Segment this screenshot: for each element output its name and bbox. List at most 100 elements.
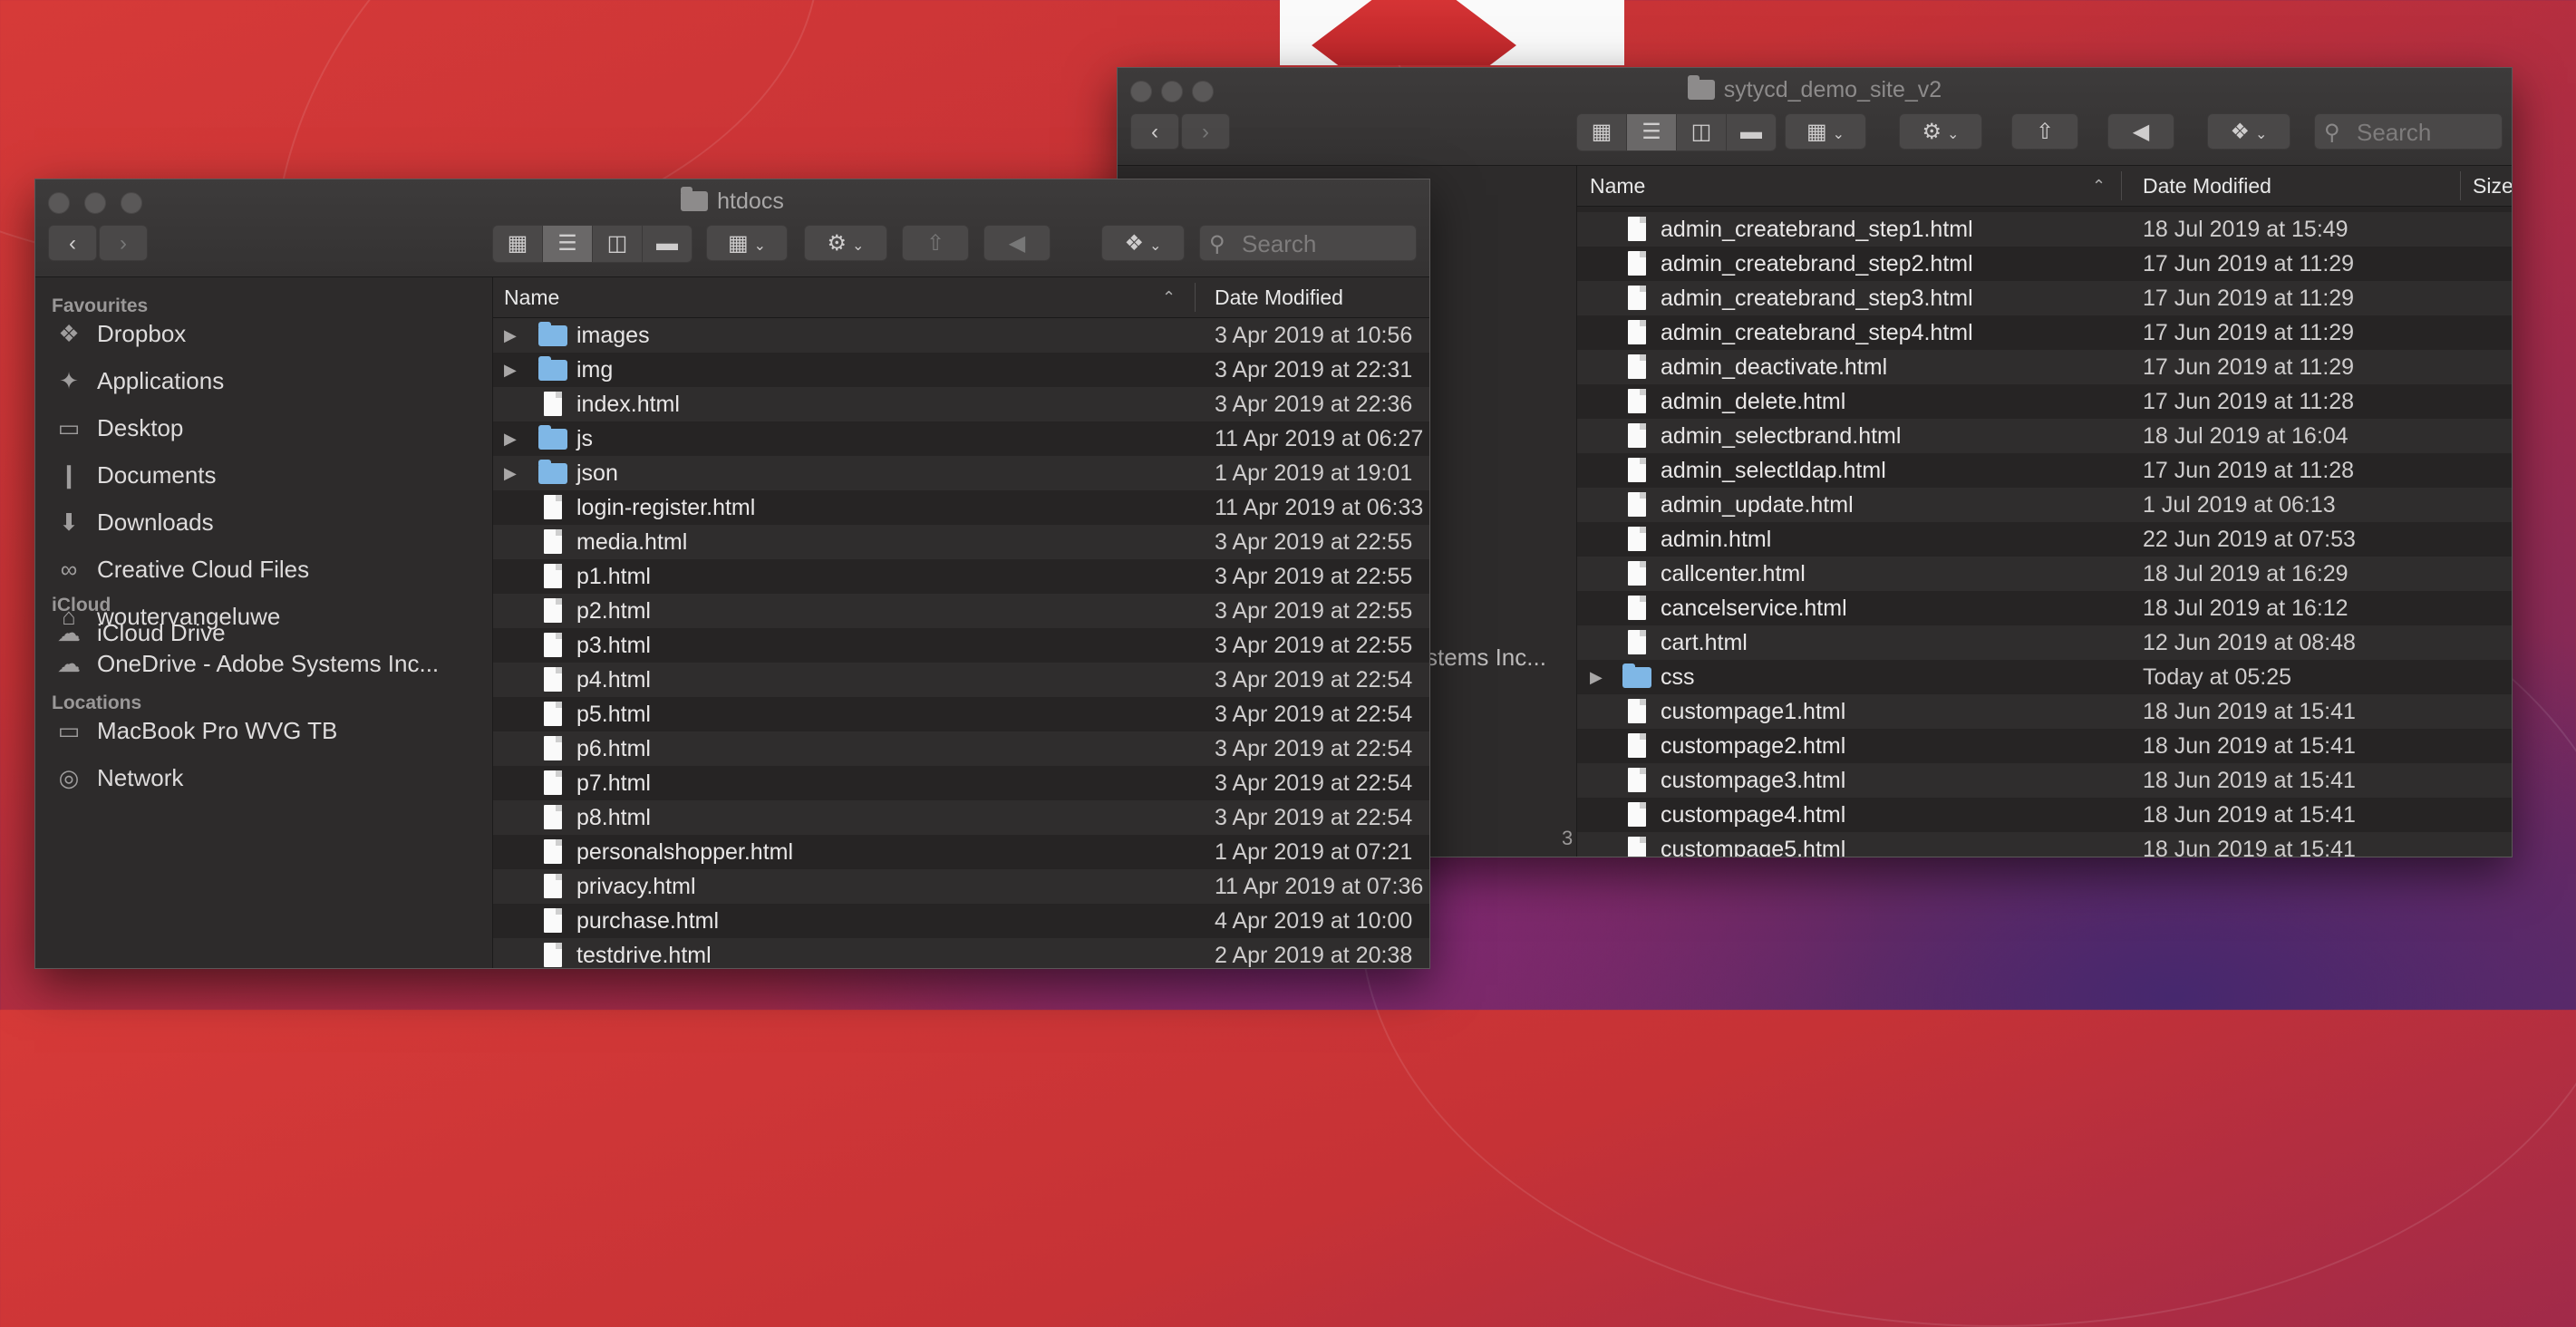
sidebar-item-creative-cloud-files[interactable]: ∞ Creative Cloud Files (52, 549, 309, 589)
folder-row[interactable]: ▶ images 3 Apr 2019 at 10:56 (493, 318, 1429, 353)
file-row[interactable]: admin_createbrand_step4.html 17 Jun 2019 … (1577, 315, 2512, 350)
file-row[interactable]: admin_createbrand_step1.html 18 Jul 2019 … (1577, 212, 2512, 247)
file-name: admin.html (1661, 527, 1772, 552)
folder-row[interactable]: ▶ css Today at 05:25 (1577, 660, 2512, 694)
file-row[interactable]: testdrive.html 2 Apr 2019 at 20:38 (493, 938, 1429, 968)
folder-row[interactable]: ▶ json 1 Apr 2019 at 19:01 (493, 456, 1429, 490)
dropbox-button[interactable]: ❖ ⌄ (2207, 113, 2290, 150)
column-separator[interactable] (2121, 171, 2122, 200)
file-row[interactable]: p8.html 3 Apr 2019 at 22:54 (493, 800, 1429, 835)
finder-window-htdocs[interactable]: htdocs ‹ › ▦ ☰ ◫ ▬ ▦⌄ ⚙⌄ ⇧ ◀ ❖⌄ ⚲ Favour… (34, 179, 1430, 969)
icon-view-icon[interactable]: ▦ (1577, 114, 1627, 150)
file-row[interactable]: p4.html 3 Apr 2019 at 22:54 (493, 663, 1429, 697)
share-button[interactable]: ⇧ (902, 225, 969, 261)
list-view-icon[interactable]: ☰ (1627, 114, 1677, 150)
file-row[interactable]: custompage5.html 18 Jun 2019 at 15:41 (1577, 832, 2512, 857)
file-list[interactable]: ▶ images 3 Apr 2019 at 10:56 ▶ img 3 Apr 2019… (493, 318, 1429, 968)
group-button[interactable]: ▦ ⌄ (706, 225, 788, 261)
file-row[interactable]: callcenter.html 18 Jul 2019 at 16:29 (1577, 557, 2512, 591)
column-view-icon[interactable]: ◫ (593, 226, 643, 262)
file-row[interactable]: custompage2.html 18 Jun 2019 at 15:41 (1577, 729, 2512, 763)
file-row[interactable]: admin.html 22 Jun 2019 at 07:53 (1577, 522, 2512, 557)
column-header-date-modified[interactable]: Date Modified (2143, 166, 2271, 206)
file-row[interactable]: admin_createbrand_step2.html 17 Jun 2019 … (1577, 247, 2512, 281)
forward-button[interactable]: › (99, 225, 148, 261)
file-row[interactable]: media.html 3 Apr 2019 at 22:55 (493, 525, 1429, 559)
file-name: admin_update.html (1661, 492, 1854, 518)
search-input[interactable] (2355, 114, 2496, 150)
file-row[interactable]: p5.html 3 Apr 2019 at 22:54 (493, 697, 1429, 731)
view-mode-segmented[interactable]: ▦ ☰ ◫ ▬ (1576, 113, 1777, 151)
file-row[interactable]: admin_update.html 1 Jul 2019 at 06:13 (1577, 488, 2512, 522)
file-row[interactable]: admin_delete.html 17 Jun 2019 at 11:28 (1577, 384, 2512, 419)
column-header-size[interactable]: Size (2473, 166, 2512, 206)
file-row[interactable]: p2.html 3 Apr 2019 at 22:55 (493, 594, 1429, 628)
titlebar[interactable]: sytycd_demo_site_v2 ‹ › ▦ ☰ ◫ ▬ ▦ ⌄ ⚙ ⌄ ⇧ … (1118, 68, 2512, 166)
search-field[interactable]: ⚲ (2314, 113, 2503, 150)
file-row[interactable]: admin_selectbrand.html 18 Jul 2019 at 16:… (1577, 419, 2512, 453)
file-row[interactable]: personalshopper.html 1 Apr 2019 at 07:21 (493, 835, 1429, 869)
folder-row[interactable]: ▶ js 11 Apr 2019 at 06:27 (493, 421, 1429, 456)
search-input[interactable] (1240, 226, 1410, 262)
sidebar-item-desktop[interactable]: ▭ Desktop (52, 408, 184, 448)
sidebar-item-icloud-drive[interactable]: ☁ iCloud Drive (52, 613, 226, 653)
sidebar-item-network[interactable]: ◎ Network (52, 758, 184, 798)
file-row[interactable]: p3.html 3 Apr 2019 at 22:55 (493, 628, 1429, 663)
disclosure-triangle-icon[interactable]: ▶ (1590, 660, 1603, 694)
dropbox-button[interactable]: ❖ ⌄ (1101, 225, 1185, 261)
column-header[interactable]: Name ⌃ Date Modified Size (1577, 166, 2512, 207)
file-row[interactable]: custompage1.html 18 Jun 2019 at 15:41 (1577, 694, 2512, 729)
disclosure-triangle-icon[interactable]: ▶ (504, 421, 517, 456)
file-row[interactable]: privacy.html 11 Apr 2019 at 07:36 (493, 869, 1429, 904)
share-button[interactable]: ⇧ (2011, 113, 2078, 150)
folder-row[interactable]: ▶ img 3 Apr 2019 at 22:31 (493, 353, 1429, 387)
document-icon (1628, 527, 1646, 551)
file-row[interactable]: p1.html 3 Apr 2019 at 22:55 (493, 559, 1429, 594)
column-header-date-modified[interactable]: Date Modified (1215, 277, 1343, 317)
tags-button[interactable]: ◀ (983, 225, 1051, 261)
file-row[interactable]: p7.html 3 Apr 2019 at 22:54 (493, 766, 1429, 800)
column-header-name[interactable]: Name (1590, 166, 1645, 206)
back-button[interactable]: ‹ (48, 225, 97, 261)
file-row[interactable]: admin_createbrand_step3.html 17 Jun 2019 … (1577, 281, 2512, 315)
list-view-icon[interactable]: ☰ (543, 226, 593, 262)
column-header[interactable]: Name ⌃ Date Modified (493, 277, 1429, 318)
disclosure-triangle-icon[interactable]: ▶ (504, 456, 517, 490)
file-row[interactable]: cancelservice.html 18 Jul 2019 at 16:12 (1577, 591, 2512, 625)
file-row[interactable]: admin_selectldap.html 17 Jun 2019 at 11:2… (1577, 453, 2512, 488)
back-button[interactable]: ‹ (1130, 113, 1179, 150)
file-row[interactable]: admin_deactivate.html 17 Jun 2019 at 11:2… (1577, 350, 2512, 384)
action-button[interactable]: ⚙ ⌄ (804, 225, 887, 261)
search-field[interactable]: ⚲ (1199, 225, 1417, 262)
column-view-icon[interactable]: ◫ (1677, 114, 1727, 150)
file-list[interactable]: admin_createbrand_step1.html 18 Jul 2019 … (1577, 212, 2512, 857)
column-separator[interactable] (1195, 283, 1196, 312)
action-button[interactable]: ⚙ ⌄ (1899, 113, 1982, 150)
sidebar-item-onedrive-partial[interactable]: stems Inc... (1426, 637, 1546, 677)
icon-view-icon[interactable]: ▦ (493, 226, 543, 262)
sidebar-item-documents[interactable]: ❙ Documents (52, 455, 216, 495)
file-row[interactable]: cart.html 12 Jun 2019 at 08:48 (1577, 625, 2512, 660)
titlebar[interactable]: htdocs ‹ › ▦ ☰ ◫ ▬ ▦ ⌄ ⚙ ⌄ ⇧ ◀ ❖ ⌄ ⚲ (35, 179, 1429, 277)
sidebar-item-dropbox[interactable]: ❖ Dropbox (52, 314, 186, 354)
disclosure-triangle-icon[interactable]: ▶ (504, 318, 517, 353)
sidebar-item-macbook-pro-wvg-tb[interactable]: ▭ MacBook Pro WVG TB (52, 711, 338, 751)
group-button[interactable]: ▦ ⌄ (1785, 113, 1866, 150)
file-row[interactable]: p6.html 3 Apr 2019 at 22:54 (493, 731, 1429, 766)
column-separator[interactable] (2460, 171, 2461, 200)
column-header-name[interactable]: Name (504, 277, 559, 317)
sidebar-item-downloads[interactable]: ⬇ Downloads (52, 502, 214, 542)
file-row[interactable]: custompage3.html 18 Jun 2019 at 15:41 (1577, 763, 2512, 798)
tags-button[interactable]: ◀ (2107, 113, 2174, 150)
sidebar-item-applications[interactable]: ✦ Applications (52, 361, 224, 401)
gallery-view-icon[interactable]: ▬ (643, 226, 692, 262)
view-mode-segmented[interactable]: ▦ ☰ ◫ ▬ (492, 225, 692, 263)
file-row[interactable]: custompage4.html 18 Jun 2019 at 15:41 (1577, 798, 2512, 832)
sidebar-item-partial[interactable]: 3 (1562, 818, 1573, 857)
file-row[interactable]: login-register.html 11 Apr 2019 at 06:33 (493, 490, 1429, 525)
file-row[interactable]: purchase.html 4 Apr 2019 at 10:00 (493, 904, 1429, 938)
forward-button[interactable]: › (1181, 113, 1230, 150)
file-row[interactable]: index.html 3 Apr 2019 at 22:36 (493, 387, 1429, 421)
disclosure-triangle-icon[interactable]: ▶ (504, 353, 517, 387)
gallery-view-icon[interactable]: ▬ (1727, 114, 1776, 150)
